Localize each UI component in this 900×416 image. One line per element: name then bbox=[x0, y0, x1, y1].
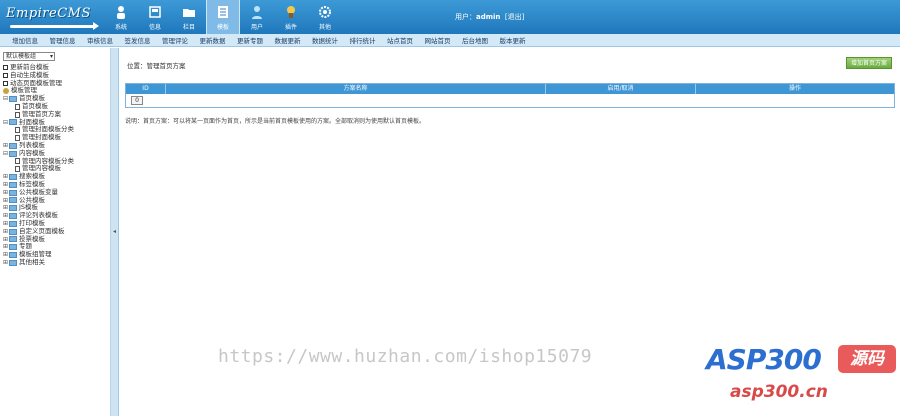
folder-icon bbox=[9, 96, 17, 103]
user-prefix: 用户： bbox=[455, 13, 476, 21]
folder-icon bbox=[9, 197, 17, 204]
quick-link[interactable]: 排行统计 bbox=[350, 35, 376, 45]
quick-link[interactable]: 管理评论 bbox=[162, 35, 188, 45]
quick-link[interactable]: 增加信息 bbox=[12, 35, 38, 45]
top-header: EmpireCMS 系统 信息 栏目 模板 用户 插件 其他 用户：admin [退出] bbox=[0, 0, 900, 34]
logo-arrow bbox=[10, 22, 99, 30]
add-scheme-button[interactable]: 增加首页方案 bbox=[845, 57, 892, 69]
splitter-arrow-icon[interactable]: ◂ bbox=[113, 228, 116, 235]
nav-item-3[interactable]: 模板 bbox=[206, 0, 240, 34]
nav-item-label: 信息 bbox=[148, 24, 161, 31]
folder-icon bbox=[9, 244, 17, 251]
folder-icon bbox=[9, 252, 17, 259]
folder-icon bbox=[9, 205, 17, 212]
folder-icon bbox=[9, 220, 17, 227]
nav-item-label: 系统 bbox=[114, 24, 127, 31]
tree-item[interactable]: ⊟ 首页模板 bbox=[3, 94, 107, 103]
template-group-select[interactable]: 默认模板组 bbox=[3, 52, 55, 61]
nav-item-2[interactable]: 栏目 bbox=[172, 0, 206, 34]
folder-icon bbox=[9, 228, 17, 235]
document-icon bbox=[15, 158, 20, 165]
quick-link[interactable]: 管理信息 bbox=[50, 35, 76, 45]
col-actions: 操作 bbox=[788, 85, 801, 92]
sidebar: 默认模板组 更新前台模板自动生成模板动态页面模板管理模板管理⊟首页模板首页模板管… bbox=[0, 48, 111, 416]
sidebar-splitter[interactable]: ◂ bbox=[111, 48, 119, 416]
template-icon bbox=[216, 5, 230, 19]
breadcrumb: 位置：管理首页方案 bbox=[127, 62, 186, 70]
sidebar-tree: 更新前台模板 自动生成模板 动态页面模板管理 模板管理 ⊟ 首页模板 首页模板 管理首页方案 ⊟… bbox=[3, 63, 107, 267]
nav-item-0[interactable]: 系统 bbox=[104, 0, 138, 34]
nav-item-label: 用户 bbox=[250, 24, 263, 31]
nav-item-1[interactable]: 信息 bbox=[138, 0, 172, 34]
gear-icon bbox=[318, 5, 332, 19]
document-icon bbox=[15, 103, 20, 110]
checkbox-icon bbox=[3, 80, 8, 86]
person-icon bbox=[114, 5, 128, 19]
tree-item[interactable]: ⊞ 其他相关 bbox=[3, 257, 107, 267]
app-logo: EmpireCMS bbox=[6, 6, 91, 21]
quick-link[interactable]: 数据更新 bbox=[275, 35, 301, 45]
nav-item-5[interactable]: 插件 bbox=[274, 0, 308, 34]
col-toggle: 启用/取消 bbox=[546, 84, 696, 94]
watermark-url: https://www.huzhan.com/ishop15079 bbox=[218, 346, 593, 367]
user-info: 用户：admin [退出] bbox=[455, 12, 524, 22]
checkbox-icon bbox=[3, 73, 8, 79]
nav-item-label: 其他 bbox=[318, 24, 331, 31]
help-note: 说明：首页方案：可以将某一页面作为首页，所示是当前首页模板使用的方案。全部取消则… bbox=[125, 118, 426, 125]
tree-item-label: 其他相关 bbox=[19, 257, 45, 266]
user-icon bbox=[250, 5, 264, 19]
folder-icon bbox=[9, 189, 17, 196]
watermark-site: asp300.cn bbox=[730, 382, 828, 402]
scheme-table: ID 方案名称 启用/取消 操作 0 bbox=[125, 83, 895, 108]
folder-icon bbox=[9, 119, 17, 126]
quick-link[interactable]: 更新专题 bbox=[237, 35, 263, 45]
watermark-brand: ASP300 bbox=[706, 343, 822, 376]
folder-icon bbox=[9, 213, 17, 220]
folder-icon bbox=[9, 259, 17, 266]
table-row: 0 bbox=[126, 94, 894, 107]
table-header: ID 方案名称 启用/取消 操作 bbox=[126, 84, 894, 94]
col-id: ID bbox=[126, 84, 166, 94]
box-icon bbox=[148, 5, 162, 19]
user-name: admin bbox=[476, 13, 501, 21]
quick-link[interactable]: 后台地图 bbox=[462, 35, 488, 45]
gear-icon bbox=[3, 88, 9, 95]
quick-link[interactable]: 更新数据 bbox=[200, 35, 226, 45]
col-name: 方案名称 bbox=[166, 84, 546, 94]
quick-link[interactable]: 站点首页 bbox=[387, 35, 413, 45]
plugin-icon bbox=[284, 5, 298, 19]
nav-item-4[interactable]: 用户 bbox=[240, 0, 274, 34]
nav-item-6[interactable]: 其他 bbox=[308, 0, 342, 34]
top-nav: 系统 信息 栏目 模板 用户 插件 其他 bbox=[104, 0, 342, 34]
folder-icon bbox=[9, 142, 17, 149]
checkbox-icon bbox=[3, 65, 8, 71]
folder-icon bbox=[9, 174, 17, 181]
quick-link[interactable]: 数据统计 bbox=[312, 35, 338, 45]
nav-item-label: 栏目 bbox=[182, 24, 195, 31]
nav-item-label: 插件 bbox=[284, 24, 297, 31]
nav-item-label: 模板 bbox=[216, 24, 229, 31]
document-icon bbox=[15, 111, 20, 118]
watermark-badge: 源码 bbox=[838, 345, 896, 373]
quick-link[interactable]: 审核信息 bbox=[87, 35, 113, 45]
quick-link[interactable]: 版本更新 bbox=[500, 35, 526, 45]
quick-link[interactable]: 签发信息 bbox=[125, 35, 151, 45]
folder-icon bbox=[9, 236, 17, 243]
folder-icon bbox=[9, 181, 17, 188]
folder-icon bbox=[182, 5, 196, 19]
quick-link[interactable]: 网站首页 bbox=[425, 35, 451, 45]
logout-link[interactable]: [退出] bbox=[505, 13, 524, 21]
folder-icon bbox=[9, 150, 17, 157]
quick-links-bar: 增加信息 管理信息 审核信息 签发信息 管理评论 更新数据 更新专题 数据更新 数据统计 排行统计… bbox=[0, 34, 900, 47]
document-icon bbox=[15, 127, 20, 134]
row-zero-button[interactable]: 0 bbox=[131, 96, 143, 105]
